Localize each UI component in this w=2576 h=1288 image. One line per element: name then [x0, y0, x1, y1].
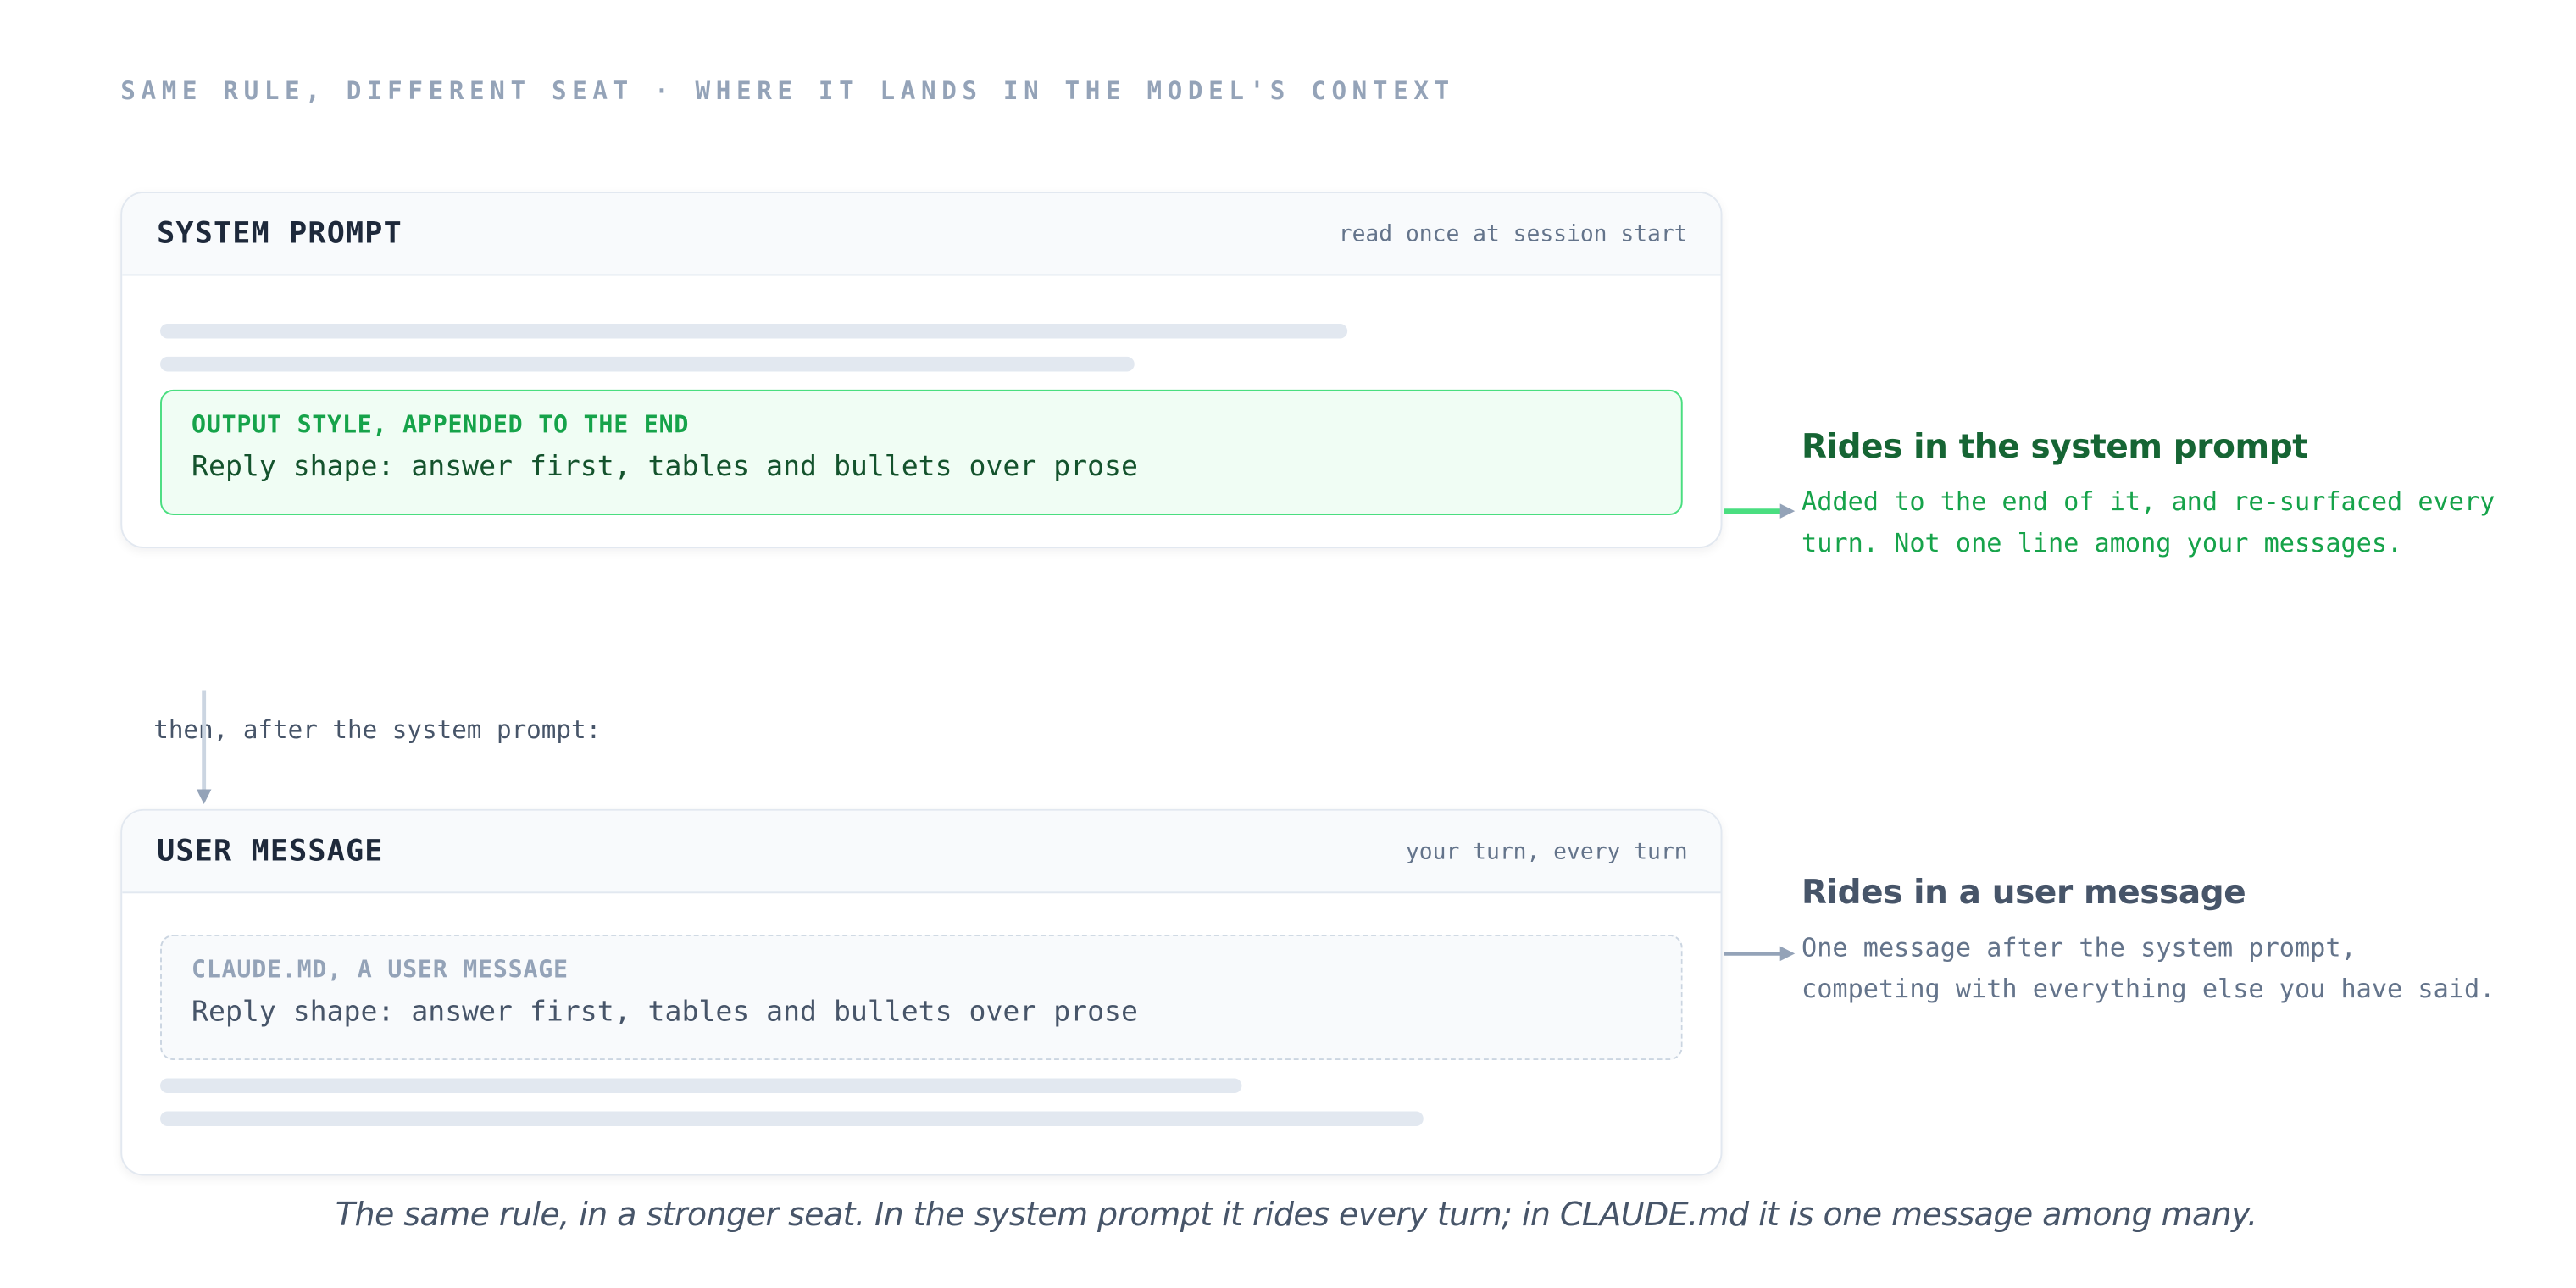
user-annotation-arrow	[1724, 946, 1796, 962]
placeholder-line	[160, 1078, 1242, 1094]
user-message-card: USER MESSAGE your turn, every turn CLAUD…	[120, 808, 1723, 1176]
system-prompt-card: SYSTEM PROMPT read once at session start…	[120, 192, 1723, 548]
connector-label: then, after the system prompt:	[153, 714, 602, 745]
system-annotation-arrow	[1724, 503, 1796, 519]
system-annotation-title: Rides in the system prompt	[1802, 425, 2308, 466]
claude-md-rule-text: Reply shape: answer first, tables and bu…	[192, 996, 1138, 1030]
placeholder-line	[160, 356, 1135, 372]
user-message-note: your turn, every turn	[1405, 837, 1688, 865]
output-style-rule-box: OUTPUT STYLE, APPENDED TO THE END Reply …	[160, 389, 1683, 515]
claude-md-rule-label: CLAUDE.MD, A USER MESSAGE	[192, 958, 569, 985]
diagram-eyebrow: SAME RULE, DIFFERENT SEAT · WHERE IT LAN…	[120, 75, 1455, 106]
output-style-rule-text: Reply shape: answer first, tables and bu…	[192, 450, 1138, 484]
down-connector-arrow	[196, 690, 212, 805]
claude-md-rule-box: CLAUDE.MD, A USER MESSAGE Reply shape: a…	[160, 934, 1683, 1061]
diagram-caption: The same rule, in a stronger seat. In th…	[335, 1195, 2257, 1234]
user-message-title: USER MESSAGE	[157, 834, 384, 869]
system-prompt-card-header: SYSTEM PROMPT read once at session start	[122, 192, 1721, 276]
user-message-card-header: USER MESSAGE your turn, every turn	[122, 810, 1721, 894]
system-prompt-note: read once at session start	[1338, 220, 1688, 247]
placeholder-line	[160, 323, 1348, 339]
system-annotation-text: Added to the end of it, and re-surfaced …	[1802, 486, 2496, 558]
diagram-stage: SAME RULE, DIFFERENT SEAT · WHERE IT LAN…	[0, 0, 2576, 1288]
placeholder-line	[160, 1111, 1424, 1127]
user-annotation-text: One message after the system prompt, com…	[1802, 933, 2496, 1004]
user-annotation-title: Rides in a user message	[1802, 871, 2246, 912]
output-style-rule-label: OUTPUT STYLE, APPENDED TO THE END	[192, 413, 690, 440]
system-prompt-title: SYSTEM PROMPT	[157, 216, 402, 252]
